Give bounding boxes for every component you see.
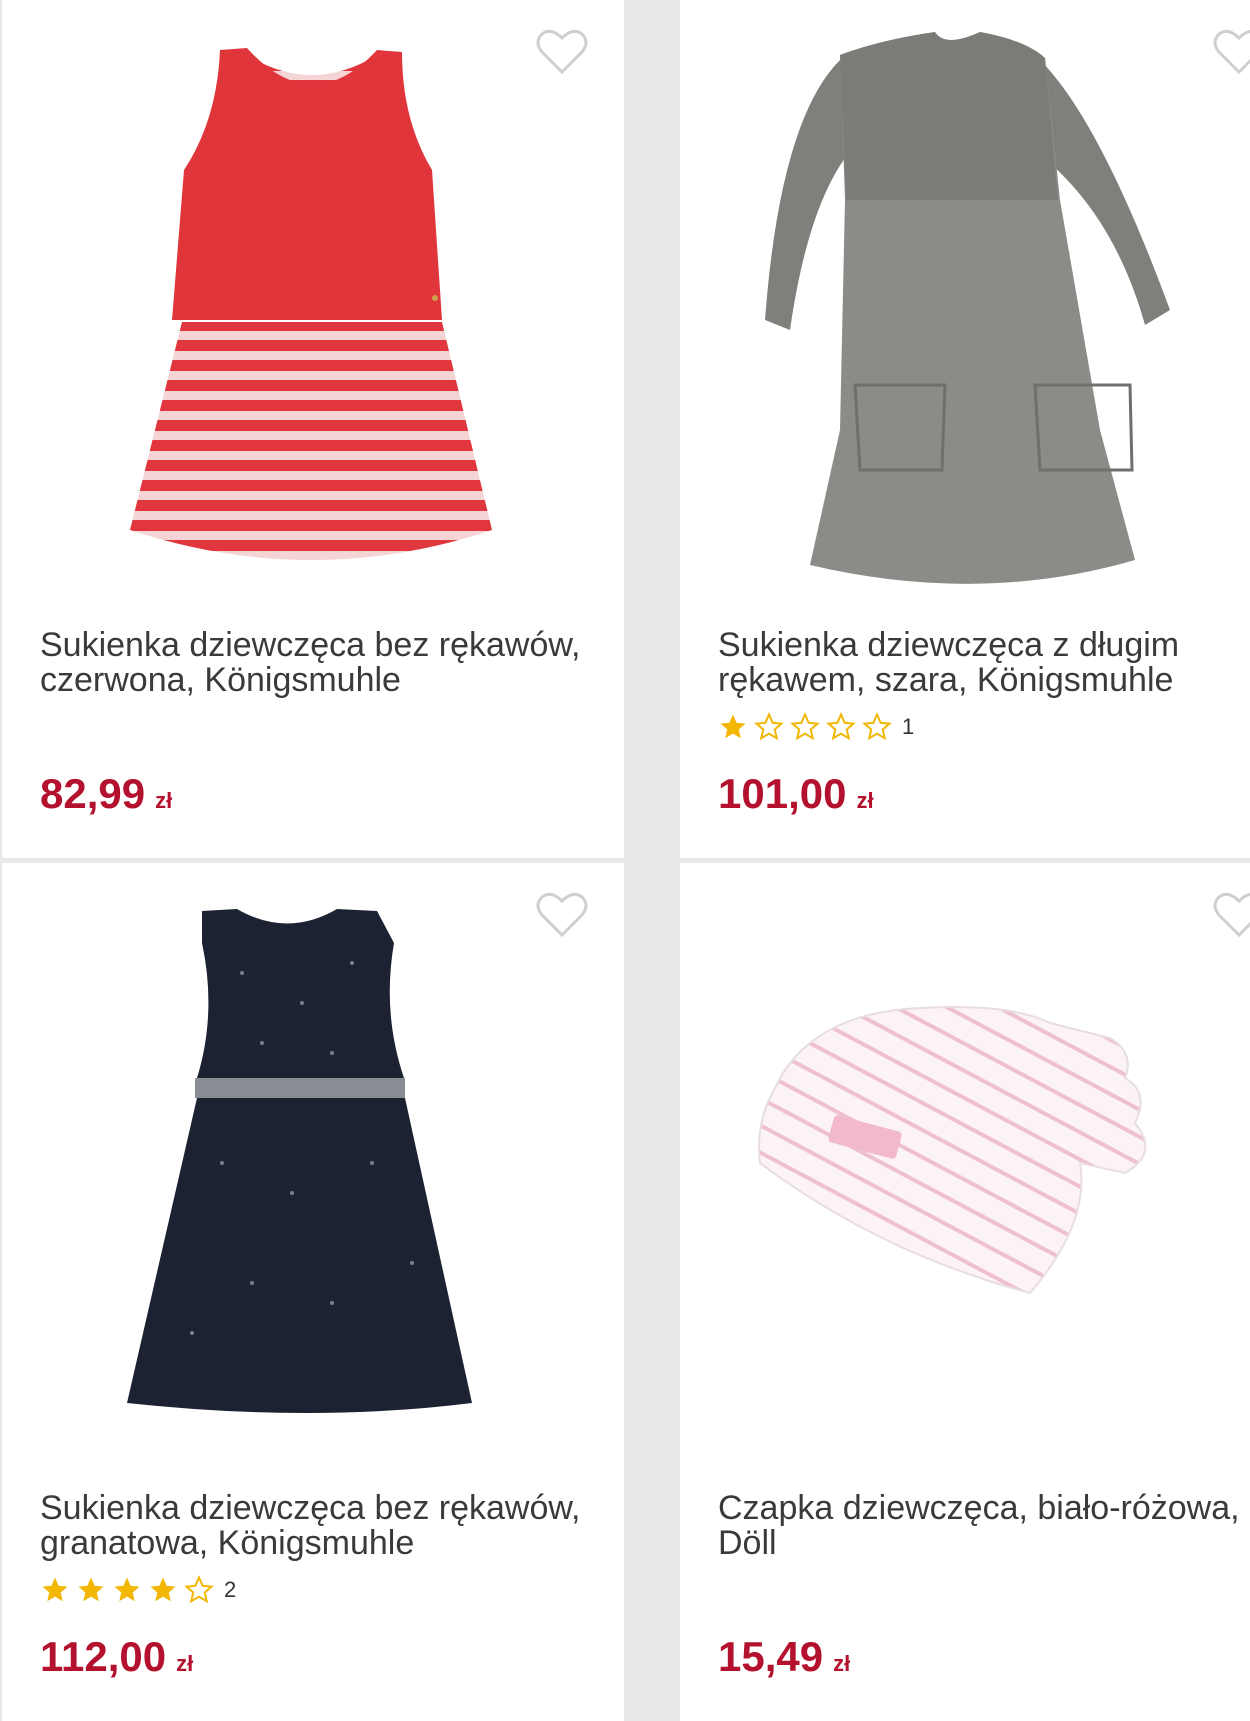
- product-image[interactable]: [680, 863, 1250, 1463]
- star-filled-icon: [114, 1577, 140, 1602]
- product-rating: 2: [40, 1575, 236, 1605]
- product-price: 82,99 zł: [40, 770, 172, 818]
- star-filled-icon: [42, 1577, 68, 1602]
- product-image[interactable]: [2, 0, 624, 600]
- product-card[interactable]: Sukienka dziewczęca bez rękawów, granato…: [2, 863, 624, 1721]
- product-card[interactable]: Sukienka dziewczęca bez rękawów, czerwon…: [2, 0, 624, 858]
- star-empty-icon: [826, 712, 856, 741]
- product-title[interactable]: Czapka dziewczęca, biało-różowa, Döll: [718, 1491, 1250, 1561]
- product-title[interactable]: Sukienka dziewczęca z długim rękawem, sz…: [718, 628, 1250, 698]
- product-image[interactable]: [680, 0, 1250, 600]
- price-value: 82,99: [40, 770, 146, 817]
- star-filled-icon: [720, 714, 746, 739]
- product-card[interactable]: Sukienka dziewczęca z długim rękawem, sz…: [680, 0, 1250, 858]
- price-currency: zł: [856, 788, 874, 813]
- star-empty-icon: [862, 712, 892, 741]
- price-value: 112,00: [40, 1633, 167, 1680]
- product-rating: 1: [718, 712, 914, 742]
- product-title[interactable]: Sukienka dziewczęca bez rękawów, granato…: [40, 1491, 600, 1561]
- price-currency: zł: [155, 788, 173, 813]
- heart-outline-icon[interactable]: [1213, 891, 1250, 939]
- product-price: 15,49 zł: [718, 1633, 850, 1681]
- product-price: 112,00 zł: [40, 1633, 193, 1681]
- star-empty-icon: [754, 712, 784, 741]
- price-value: 101,00: [718, 770, 847, 817]
- star-filled-icon: [150, 1577, 176, 1602]
- product-card[interactable]: Czapka dziewczęca, biało-różowa, Döll 15…: [680, 863, 1250, 1721]
- heart-outline-icon[interactable]: [536, 28, 588, 76]
- heart-outline-icon[interactable]: [1213, 28, 1250, 76]
- star-empty-icon: [184, 1575, 214, 1604]
- product-price: 101,00 zł: [718, 770, 874, 818]
- heart-outline-icon[interactable]: [536, 891, 588, 939]
- star-filled-icon: [78, 1577, 104, 1602]
- rating-count: 1: [902, 714, 915, 739]
- price-currency: zł: [176, 1651, 194, 1676]
- star-empty-icon: [790, 712, 820, 741]
- product-title[interactable]: Sukienka dziewczęca bez rękawów, czerwon…: [40, 628, 600, 698]
- rating-count: 2: [224, 1577, 237, 1602]
- price-currency: zł: [833, 1651, 851, 1676]
- product-image[interactable]: [2, 863, 624, 1463]
- price-value: 15,49: [718, 1633, 824, 1680]
